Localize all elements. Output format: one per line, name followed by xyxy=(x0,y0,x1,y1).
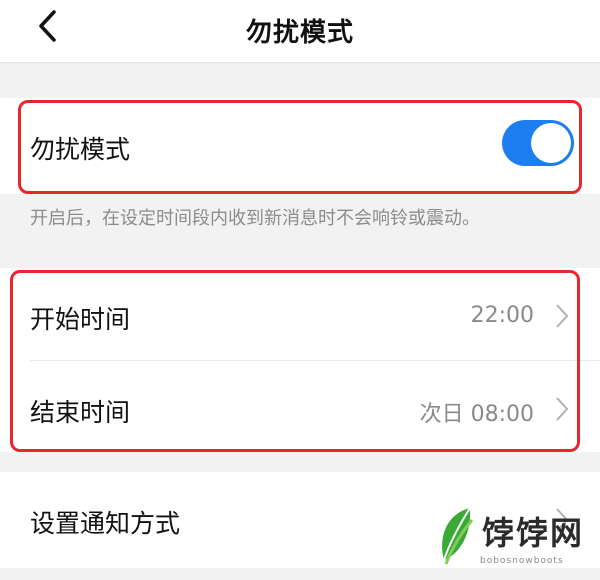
watermark-sub: bobosnowboots xyxy=(480,556,564,566)
dnd-label: 勿扰模式 xyxy=(30,135,131,164)
end-time-row[interactable]: 结束时间 次日 08:00 xyxy=(0,361,600,452)
dnd-description: 开启后，在设定时间段内收到新消息时不会响铃或震动。 xyxy=(30,208,480,229)
leaf-logo-icon xyxy=(442,507,474,565)
end-time-value: 次日 08:00 xyxy=(419,402,534,427)
page-title: 勿扰模式 xyxy=(245,18,354,48)
toggle-knob xyxy=(531,123,571,163)
chevron-right-icon xyxy=(556,397,569,421)
nav-header: 勿扰模式 xyxy=(0,0,600,63)
end-time-label: 结束时间 xyxy=(30,398,131,427)
watermark-brand: 饽饽网 xyxy=(482,514,585,552)
dnd-toggle-switch[interactable] xyxy=(502,120,574,166)
start-time-value: 22:00 xyxy=(470,303,534,328)
watermark-logo: 饽饽网 bobosnowboots xyxy=(432,504,592,574)
chevron-right-icon xyxy=(556,304,569,328)
schedule-card: 开始时间 22:00 结束时间 次日 08:00 xyxy=(0,268,600,452)
start-time-label: 开始时间 xyxy=(30,305,131,334)
notify-settings-label: 设置通知方式 xyxy=(30,509,181,538)
start-time-row[interactable]: 开始时间 22:00 xyxy=(0,268,600,360)
